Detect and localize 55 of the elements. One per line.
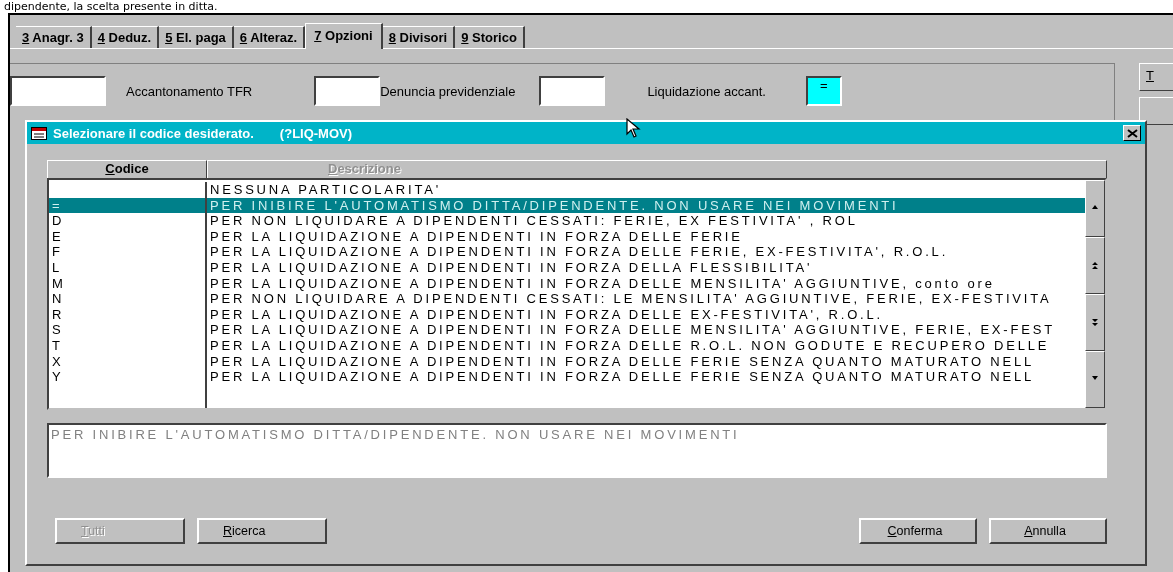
tab[interactable]: 3 Anagr. 3 xyxy=(16,26,92,48)
code-cell[interactable]: L xyxy=(49,259,205,276)
code-cell[interactable]: N xyxy=(49,291,205,307)
input-field[interactable] xyxy=(10,76,106,106)
dialog-title: Selezionare il codice desiderato. xyxy=(53,125,254,141)
description-box: PER INIBIRE L'AUTOMATISMO DITTA/DIPENDENTE. NON USARE NEI MOVIMENTI xyxy=(47,423,1107,478)
description-cell[interactable]: PER LA LIQUIDAZIONE A DIPENDENTI IN FORZA DELLE MENSILITA' AGGIUNTIVE, FERIE, EX-FEST xyxy=(207,322,1085,338)
dialog-button[interactable]: Annulla xyxy=(989,518,1107,544)
description-cell[interactable]: PER INIBIRE L'AUTOMATISMO DITTA/DIPENDENTE. NON USARE NEI MOVIMENTI xyxy=(207,197,1085,214)
description-cell[interactable]: PER LA LIQUIDAZIONE A DIPENDENTI IN FORZA DELLE FERIE, EX-FESTIVITA', R.O.L. xyxy=(207,244,1085,260)
description-cell[interactable]: PER LA LIQUIDAZIONE A DIPENDENTI IN FORZA DELLE MENSILITA' AGGIUNTIVE, conto ore xyxy=(207,275,1085,292)
side-button[interactable] xyxy=(1139,97,1173,125)
column-header[interactable]: Codice xyxy=(47,160,207,178)
scrollbar[interactable] xyxy=(1085,180,1105,408)
field-label: Denuncia previdenziale xyxy=(380,83,516,99)
field-label: Accantonamento TFR xyxy=(126,83,253,99)
code-cell[interactable]: T xyxy=(49,337,205,354)
description-cell[interactable]: PER LA LIQUIDAZIONE A DIPENDENTI IN FORZA DELLE EX-FESTIVITA', R.O.L. xyxy=(207,306,1085,323)
input-field[interactable] xyxy=(539,76,606,106)
code-cell[interactable]: M xyxy=(49,275,205,292)
description-cell[interactable]: PER LA LIQUIDAZIONE A DIPENDENTI IN FORZA DELLE FERIE SENZA QUANTO MATURATO NELL xyxy=(207,353,1085,370)
page-down-icon[interactable] xyxy=(1091,318,1099,327)
code-cell[interactable]: F xyxy=(49,244,205,260)
description-cell[interactable]: PER NON LIQUIDARE A DIPENDENTI CESSATI: FERIE, EX FESTIVITA' , ROL xyxy=(207,213,1085,229)
tab[interactable]: 4 Deduz. xyxy=(91,26,160,48)
tab[interactable]: 5 El. paga xyxy=(159,26,234,48)
field-label: Liquidazione accant. xyxy=(647,83,766,99)
page-up-icon[interactable] xyxy=(1091,261,1099,270)
dialog-button[interactable]: Ricerca xyxy=(197,518,327,544)
close-button[interactable] xyxy=(1123,125,1141,141)
description-cell[interactable]: PER LA LIQUIDAZIONE A DIPENDENTI IN FORZA DELLA FLESSIBILITA' xyxy=(207,259,1085,276)
code-cell[interactable]: Y xyxy=(49,369,205,385)
code-cell[interactable]: X xyxy=(49,353,205,370)
description-cell[interactable]: PER LA LIQUIDAZIONE A DIPENDENTI IN FORZA DELLE R.O.L. NON GODUTE E RECUPERO DELLE xyxy=(207,337,1085,354)
caption-text: dipendente, la scelta presente in ditta. xyxy=(3,0,218,13)
code-cell[interactable]: = xyxy=(49,197,205,214)
side-button[interactable]: T xyxy=(1139,63,1173,91)
description-cell[interactable]: PER NON LIQUIDARE A DIPENDENTI CESSATI: LE MENSILITA' AGGIUNTIVE, FERIE, EX-FESTIVITA xyxy=(207,291,1085,307)
description-cell[interactable]: PER LA LIQUIDAZIONE A DIPENDENTI IN FORZA DELLE FERIE xyxy=(207,228,1085,245)
input-field[interactable] xyxy=(314,76,381,106)
dialog-code: (?LIQ-MOV) xyxy=(279,125,353,141)
tab[interactable]: 8 Divisori xyxy=(382,26,456,48)
description-cell[interactable]: NESSUNA PARTICOLARITA' xyxy=(207,182,1085,198)
code-cell[interactable]: E xyxy=(49,228,205,245)
input-field[interactable]: = xyxy=(805,76,842,106)
dialog-button[interactable]: Conferma xyxy=(859,518,977,544)
code-cell[interactable]: S xyxy=(49,322,205,338)
tab[interactable]: 7 Opzioni xyxy=(305,23,383,49)
code-cell[interactable]: D xyxy=(49,213,205,229)
description-cell[interactable]: PER LA LIQUIDAZIONE A DIPENDENTI IN FORZA DELLE FERIE SENZA QUANTO MATURATO NELL xyxy=(207,369,1085,385)
close-icon xyxy=(1126,128,1138,138)
tab[interactable]: 9 Storico xyxy=(455,26,525,48)
window-icon xyxy=(31,126,47,140)
tab[interactable]: 6 Alteraz. xyxy=(233,26,306,48)
code-cell[interactable]: R xyxy=(49,306,205,323)
